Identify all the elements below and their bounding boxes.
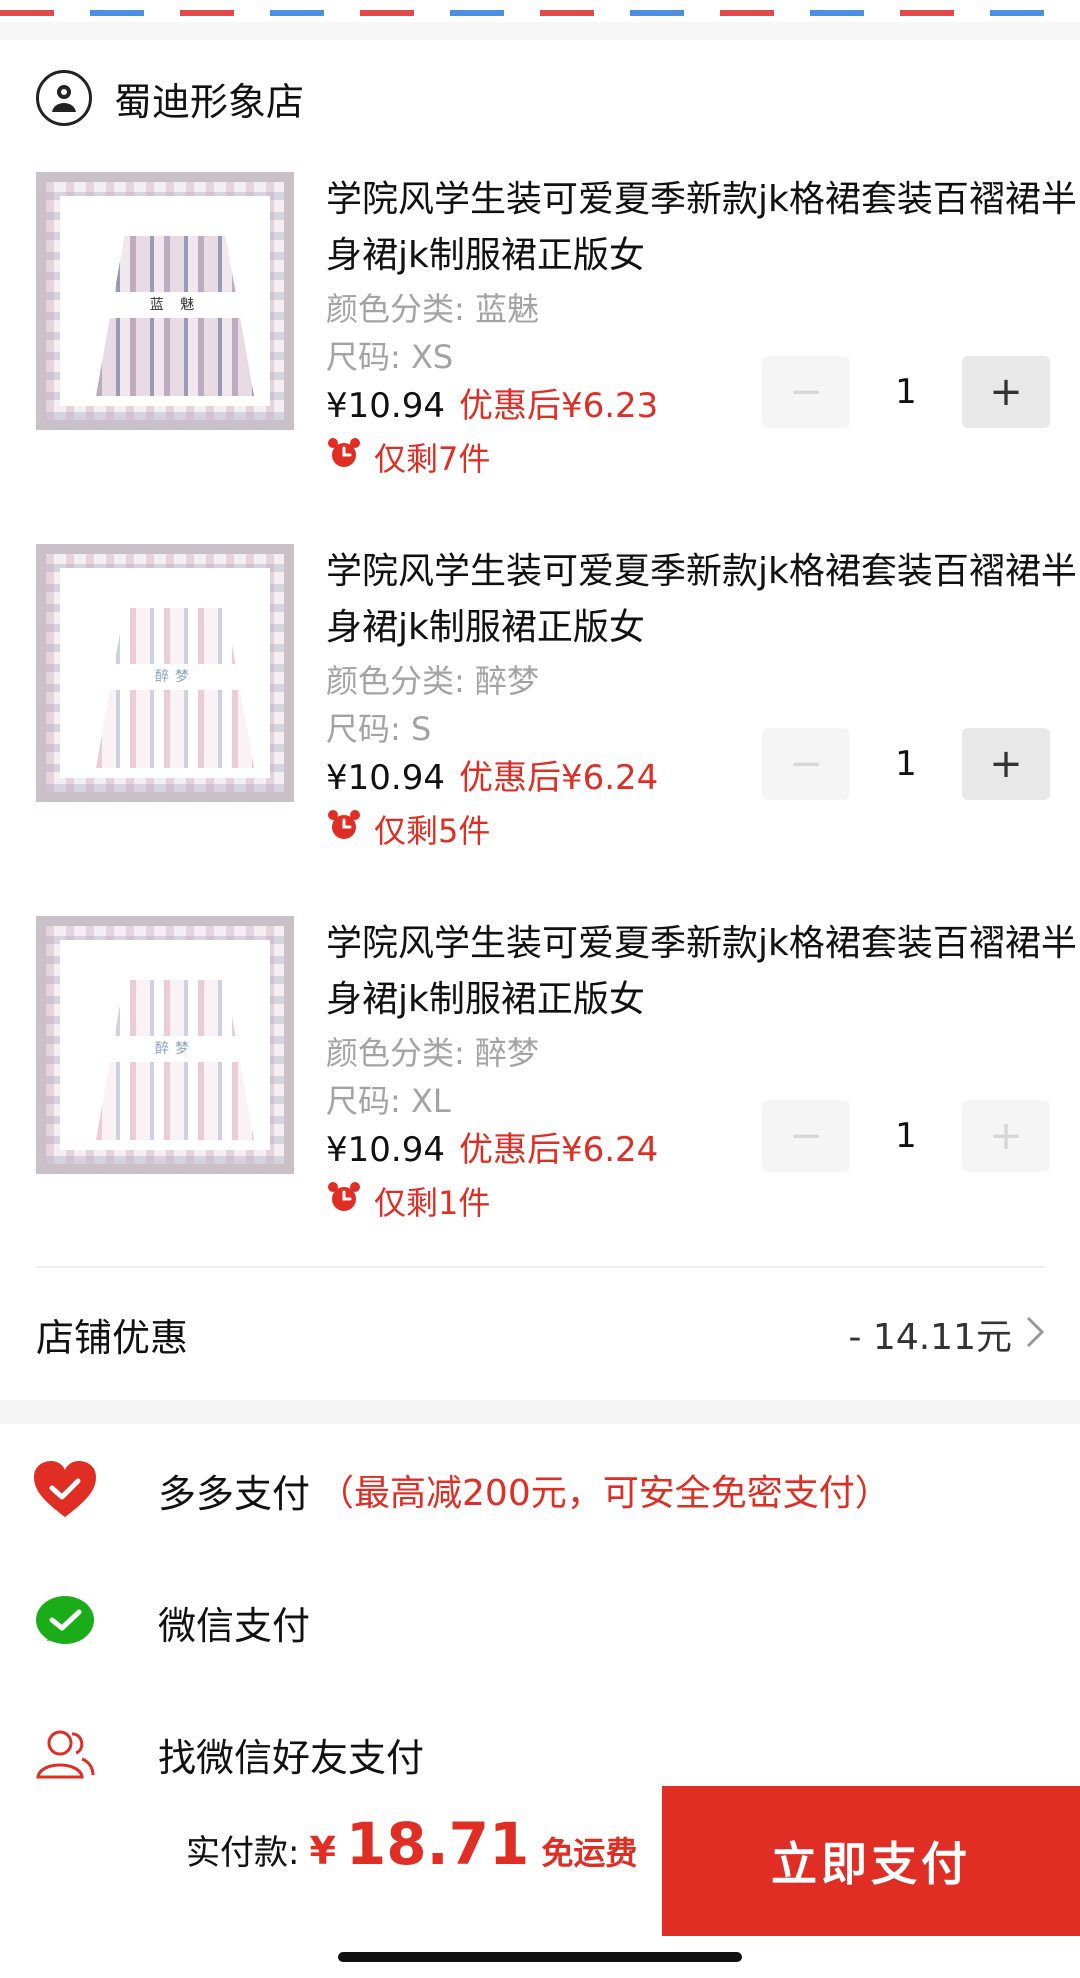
cart-item: 蓝 魅 学院风学生装可爱夏季新款jk格裙套装百褶裙半身裙jk制服裙正版女 颜色分…	[36, 172, 1077, 502]
product-image-label: 蓝 魅	[108, 292, 242, 318]
stock-text: 仅剩1件	[374, 1184, 491, 1222]
original-price: ¥10.94	[326, 1130, 445, 1170]
divider	[36, 1266, 1046, 1268]
product-image[interactable]: 醉梦	[36, 544, 294, 802]
total-summary: 实付款: ¥ 18.71 免运费	[186, 1810, 637, 1906]
cart-item: 醉梦 学院风学生装可爱夏季新款jk格裙套装百褶裙半身裙jk制服裙正版女 颜色分类…	[36, 544, 1077, 874]
quantity-stepper: − 1 +	[762, 356, 1050, 428]
friend-pay-label: 找微信好友支付	[158, 1735, 425, 1780]
stock-warning: 仅剩1件	[326, 1178, 490, 1224]
home-indicator[interactable]	[338, 1952, 742, 1962]
alarm-clock-icon	[326, 1179, 362, 1223]
payment-option-wechat[interactable]: 微信支付	[34, 1582, 1044, 1662]
alarm-clock-icon	[326, 435, 362, 479]
product-size: 尺码: XL	[326, 1082, 451, 1120]
original-price: ¥10.94	[326, 758, 445, 798]
product-title[interactable]: 学院风学生装可爱夏季新款jk格裙套装百褶裙半身裙jk制服裙正版女	[326, 544, 1080, 656]
quantity-value[interactable]: 1	[850, 356, 962, 428]
friends-icon	[34, 1723, 96, 1785]
checkout-bar: 实付款: ¥ 18.71 免运费 立即支付	[0, 1786, 1080, 1936]
shop-name: 蜀迪形象店	[114, 79, 305, 124]
store-discount-label: 店铺优惠	[36, 1315, 189, 1360]
product-color: 颜色分类: 蓝魅	[326, 290, 539, 328]
stock-text: 仅剩7件	[374, 440, 491, 478]
shop-avatar-icon	[36, 70, 92, 126]
increase-button[interactable]: +	[962, 1100, 1050, 1172]
product-price: ¥10.94 优惠后¥6.24	[326, 1122, 658, 1171]
product-image[interactable]: 醉梦	[36, 916, 294, 1174]
stock-text: 仅剩5件	[374, 812, 491, 850]
total-currency: ¥	[309, 1829, 336, 1873]
duoduo-pay-note: （最高减200元，可安全免密支付）	[318, 1473, 891, 1514]
increase-button[interactable]: +	[962, 728, 1050, 800]
product-image-label: 醉梦	[108, 664, 242, 690]
quantity-value[interactable]: 1	[850, 728, 962, 800]
shop-header[interactable]: 蜀迪形象店	[36, 64, 304, 132]
decrease-button[interactable]: −	[762, 1100, 850, 1172]
section-gap	[0, 1400, 1080, 1424]
wechat-pay-label: 微信支付	[158, 1603, 311, 1648]
total-label: 实付款:	[186, 1833, 300, 1873]
discounted-price: 优惠后¥6.24	[458, 758, 659, 798]
product-color: 颜色分类: 醉梦	[326, 1034, 539, 1072]
quantity-stepper: − 1 +	[762, 1100, 1050, 1172]
stock-warning: 仅剩7件	[326, 434, 490, 480]
product-image[interactable]: 蓝 魅	[36, 172, 294, 430]
alarm-clock-icon	[326, 807, 362, 851]
product-size: 尺码: XS	[326, 338, 454, 376]
top-dashed-border	[0, 0, 1080, 22]
chevron-right-icon	[1024, 1314, 1046, 1354]
top-band	[0, 22, 1080, 40]
product-price: ¥10.94 优惠后¥6.23	[326, 378, 658, 427]
decrease-button[interactable]: −	[762, 728, 850, 800]
product-image-label: 醉梦	[108, 1036, 242, 1062]
wechat-pay-icon	[34, 1591, 96, 1653]
stock-warning: 仅剩5件	[326, 806, 490, 852]
decrease-button[interactable]: −	[762, 356, 850, 428]
product-price: ¥10.94 优惠后¥6.24	[326, 750, 658, 799]
product-title[interactable]: 学院风学生装可爱夏季新款jk格裙套装百褶裙半身裙jk制服裙正版女	[326, 916, 1080, 1028]
discounted-price: 优惠后¥6.23	[458, 386, 659, 426]
increase-button[interactable]: +	[962, 356, 1050, 428]
store-discount-row[interactable]: 店铺优惠 - 14.11元	[36, 1294, 1046, 1374]
quantity-stepper: − 1 +	[762, 728, 1050, 800]
payment-option-friend[interactable]: 找微信好友支付	[34, 1714, 1044, 1794]
store-discount-value: - 14.11元	[848, 1317, 1013, 1358]
product-color: 颜色分类: 醉梦	[326, 662, 539, 700]
original-price: ¥10.94	[326, 386, 445, 426]
product-title[interactable]: 学院风学生装可爱夏季新款jk格裙套装百褶裙半身裙jk制服裙正版女	[326, 172, 1080, 284]
free-shipping-label: 免运费	[541, 1834, 638, 1872]
cart-item: 醉梦 学院风学生装可爱夏季新款jk格裙套装百褶裙半身裙jk制服裙正版女 颜色分类…	[36, 916, 1077, 1246]
pay-now-button[interactable]: 立即支付	[662, 1786, 1080, 1936]
duoduo-pay-icon	[34, 1459, 96, 1521]
quantity-value[interactable]: 1	[850, 1100, 962, 1172]
product-size: 尺码: S	[326, 710, 432, 748]
total-amount: 18.71	[345, 1810, 530, 1878]
duoduo-pay-label: 多多支付	[158, 1471, 311, 1516]
payment-option-duoduo[interactable]: 多多支付 （最高减200元，可安全免密支付）	[34, 1450, 1044, 1530]
discounted-price: 优惠后¥6.24	[458, 1130, 659, 1170]
